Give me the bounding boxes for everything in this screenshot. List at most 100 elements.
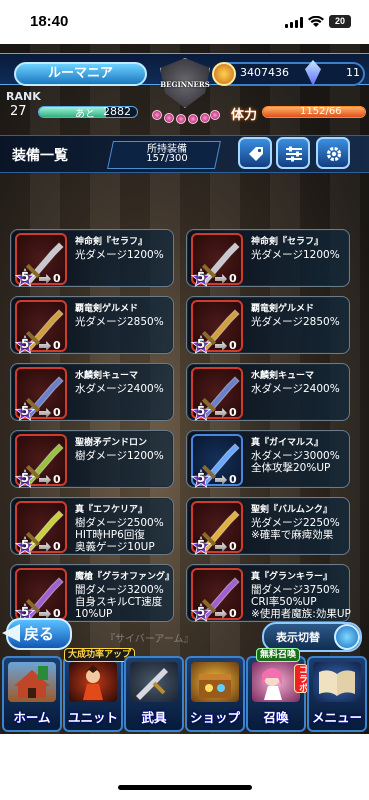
- equipment-card[interactable]: 5 0 水麟剣キューマ 水ダメージ2400%: [186, 363, 350, 421]
- menu-weapon-label: 武具: [141, 710, 167, 725]
- rarity-star-icon: 5: [14, 535, 36, 556]
- equipment-card[interactable]: 5 0 真『エフケリア』 樹ダメージ2500% HIT時HP6回復 奥義ゲージ10UP: [10, 497, 174, 555]
- menu-menu[interactable]: メニュー: [307, 656, 367, 732]
- beginner-gems: [150, 108, 220, 124]
- equipment-card[interactable]: 5 0 覇竜剣ゲルメド光ダメージ2850%: [186, 296, 350, 354]
- equipment-name: 真『エフケリア』: [75, 505, 148, 515]
- rarity-value: 5: [20, 471, 30, 485]
- limit-break-count: 0: [229, 540, 237, 553]
- rarity-value: 5: [20, 270, 30, 284]
- equipment-card[interactable]: 5 0 覇竜剣ゲルメド 光ダメージ2850%: [10, 296, 174, 354]
- menu-unit-label: ユニット: [67, 710, 118, 725]
- menu-home[interactable]: ホーム: [2, 656, 62, 732]
- limit-break-count: 0: [229, 406, 237, 419]
- equipment-effect: 闇ダメージ3750% CRI率50%UP ※使用者魔族:効果UP: [251, 584, 351, 620]
- rarity-star-icon: 5: [14, 334, 36, 355]
- rank-value: 27: [10, 104, 27, 119]
- equipment-name: 真『ガイマルス』: [251, 438, 324, 448]
- home-indicator[interactable]: [118, 785, 252, 790]
- rarity-value: 5: [196, 270, 206, 284]
- player-name[interactable]: ルーマニア: [14, 62, 147, 86]
- currency-box: [215, 62, 365, 86]
- menu-summon-label: 召喚: [263, 710, 289, 725]
- limit-break-count: 0: [53, 339, 61, 352]
- rarity-value: 5: [20, 538, 30, 552]
- menu-menu-label: メニュー: [311, 710, 362, 725]
- limit-break-count: 0: [53, 473, 61, 486]
- sort-button[interactable]: [276, 137, 310, 169]
- wifi-icon: [308, 16, 324, 27]
- status-bar: 18:40 20: [0, 0, 369, 44]
- logo-label: BEGINNERS: [160, 80, 210, 89]
- menu-book-icon: [313, 662, 361, 702]
- equipment-name: 覇竜剣ゲルメド: [251, 304, 315, 314]
- rarity-value: 5: [196, 404, 206, 418]
- sliders-icon: [286, 146, 302, 162]
- settings-button[interactable]: [316, 137, 350, 169]
- equipment-effect: 水ダメージ2400%: [75, 383, 164, 395]
- equipment-name: 聖剣『バルムンク』: [251, 505, 332, 515]
- menu-shop-label: ショップ: [189, 710, 240, 725]
- equipment-card[interactable]: 5 0 魔槍『グラオファング』 闇ダメージ3200% 自身スキルCT速度 10%UP: [10, 564, 174, 622]
- rarity-value: 5: [196, 538, 206, 552]
- menu-summon-badge: 無料召喚: [256, 648, 301, 662]
- equipment-card[interactable]: 5 0 神命剣『セラフ』 光ダメージ1200%: [10, 229, 174, 287]
- equipment-effect: 光ダメージ2250% ※確率で麻痺効果: [251, 517, 340, 541]
- equipment-card[interactable]: 5 0 水麟剣キューマ 水ダメージ2400%: [10, 363, 174, 421]
- rank-label: RANK: [6, 90, 41, 103]
- home-area: [0, 734, 369, 800]
- owned-count: 157/300: [146, 153, 188, 164]
- menu-weapon[interactable]: 武具: [124, 656, 184, 732]
- tag-filter-button[interactable]: [238, 137, 272, 169]
- beginners-logo[interactable]: BEGINNERS: [150, 52, 220, 128]
- rarity-value: 5: [196, 337, 206, 351]
- equipment-card[interactable]: 5 0 真『ガイマルス』水ダメージ3000% 全体攻撃20%UP: [186, 430, 350, 488]
- equipment-card[interactable]: 5 0 聖樹矛デンドロン樹ダメージ1200%: [10, 430, 174, 488]
- rarity-star-icon: 5: [14, 401, 36, 422]
- home-icon: [8, 662, 56, 702]
- rarity-star-icon: 5: [190, 334, 212, 355]
- equipment-effect: 樹ダメージ1200%: [75, 450, 164, 462]
- equipment-effect: 樹ダメージ2500% HIT時HP6回復 奥義ゲージ10UP: [75, 517, 164, 553]
- equipment-name: 水麟剣キューマ: [75, 371, 139, 381]
- rarity-star-icon: 5: [14, 267, 36, 288]
- partial-row-text: 『サイバーアーム』: [105, 634, 194, 645]
- menu-unit[interactable]: ユニット: [63, 656, 123, 732]
- equipment-card[interactable]: 5 0 真『グランキラー』闇ダメージ3750% CRI率50%UP ※使用者魔族:効…: [186, 564, 351, 623]
- limit-break-count: 0: [229, 339, 237, 352]
- equipment-name: 聖樹矛デンドロン: [75, 438, 148, 448]
- battery-icon: 20: [329, 15, 351, 28]
- equipment-name: 神命剣『セラフ』: [251, 237, 324, 247]
- cellular-signal-icon: [285, 17, 303, 28]
- rarity-star-icon: 5: [190, 468, 212, 489]
- limit-break-count: 0: [229, 607, 237, 620]
- rarity-value: 5: [20, 337, 30, 351]
- equipment-effect: 光ダメージ1200%: [75, 249, 164, 261]
- exp-next-value: 2882: [103, 105, 131, 118]
- weapon-icon: [130, 662, 178, 702]
- refresh-icon: [334, 624, 360, 650]
- equipment-card[interactable]: 5 0 聖剣『バルムンク』光ダメージ2250% ※確率で麻痺効果: [186, 497, 350, 555]
- status-time: 18:40: [30, 13, 69, 30]
- stamina-label: 体力: [231, 108, 258, 123]
- limit-break-count: 0: [53, 272, 61, 285]
- rarity-star-icon: 5: [190, 602, 212, 623]
- equipment-card[interactable]: 5 0 神命剣『セラフ』 光ダメージ1200%: [186, 229, 350, 287]
- equipment-name: 覇竜剣ゲルメド: [75, 304, 139, 314]
- page-title: 装備一覧: [12, 148, 68, 164]
- rarity-star-icon: 5: [190, 401, 212, 422]
- menu-summon-collab-badge: コラボ: [294, 664, 308, 693]
- equipment-effect: 闇ダメージ3200% 自身スキルCT速度 10%UP: [75, 584, 164, 620]
- rarity-star-icon: 5: [190, 535, 212, 556]
- coin-count: 3407436: [240, 66, 289, 79]
- gem-count: 11: [346, 66, 360, 79]
- summon-icon: [252, 662, 300, 702]
- menu-home-label: ホーム: [13, 710, 51, 725]
- exp-next-label: あと: [75, 109, 95, 120]
- equipment-name: 真『グランキラー』: [251, 572, 333, 582]
- menu-shop[interactable]: ショップ: [185, 656, 245, 732]
- equipment-effect: 光ダメージ2850%: [251, 316, 340, 328]
- rarity-value: 5: [20, 605, 30, 619]
- equipment-effect: 水ダメージ3000% 全体攻撃20%UP: [251, 450, 340, 474]
- limit-break-count: 0: [229, 473, 237, 486]
